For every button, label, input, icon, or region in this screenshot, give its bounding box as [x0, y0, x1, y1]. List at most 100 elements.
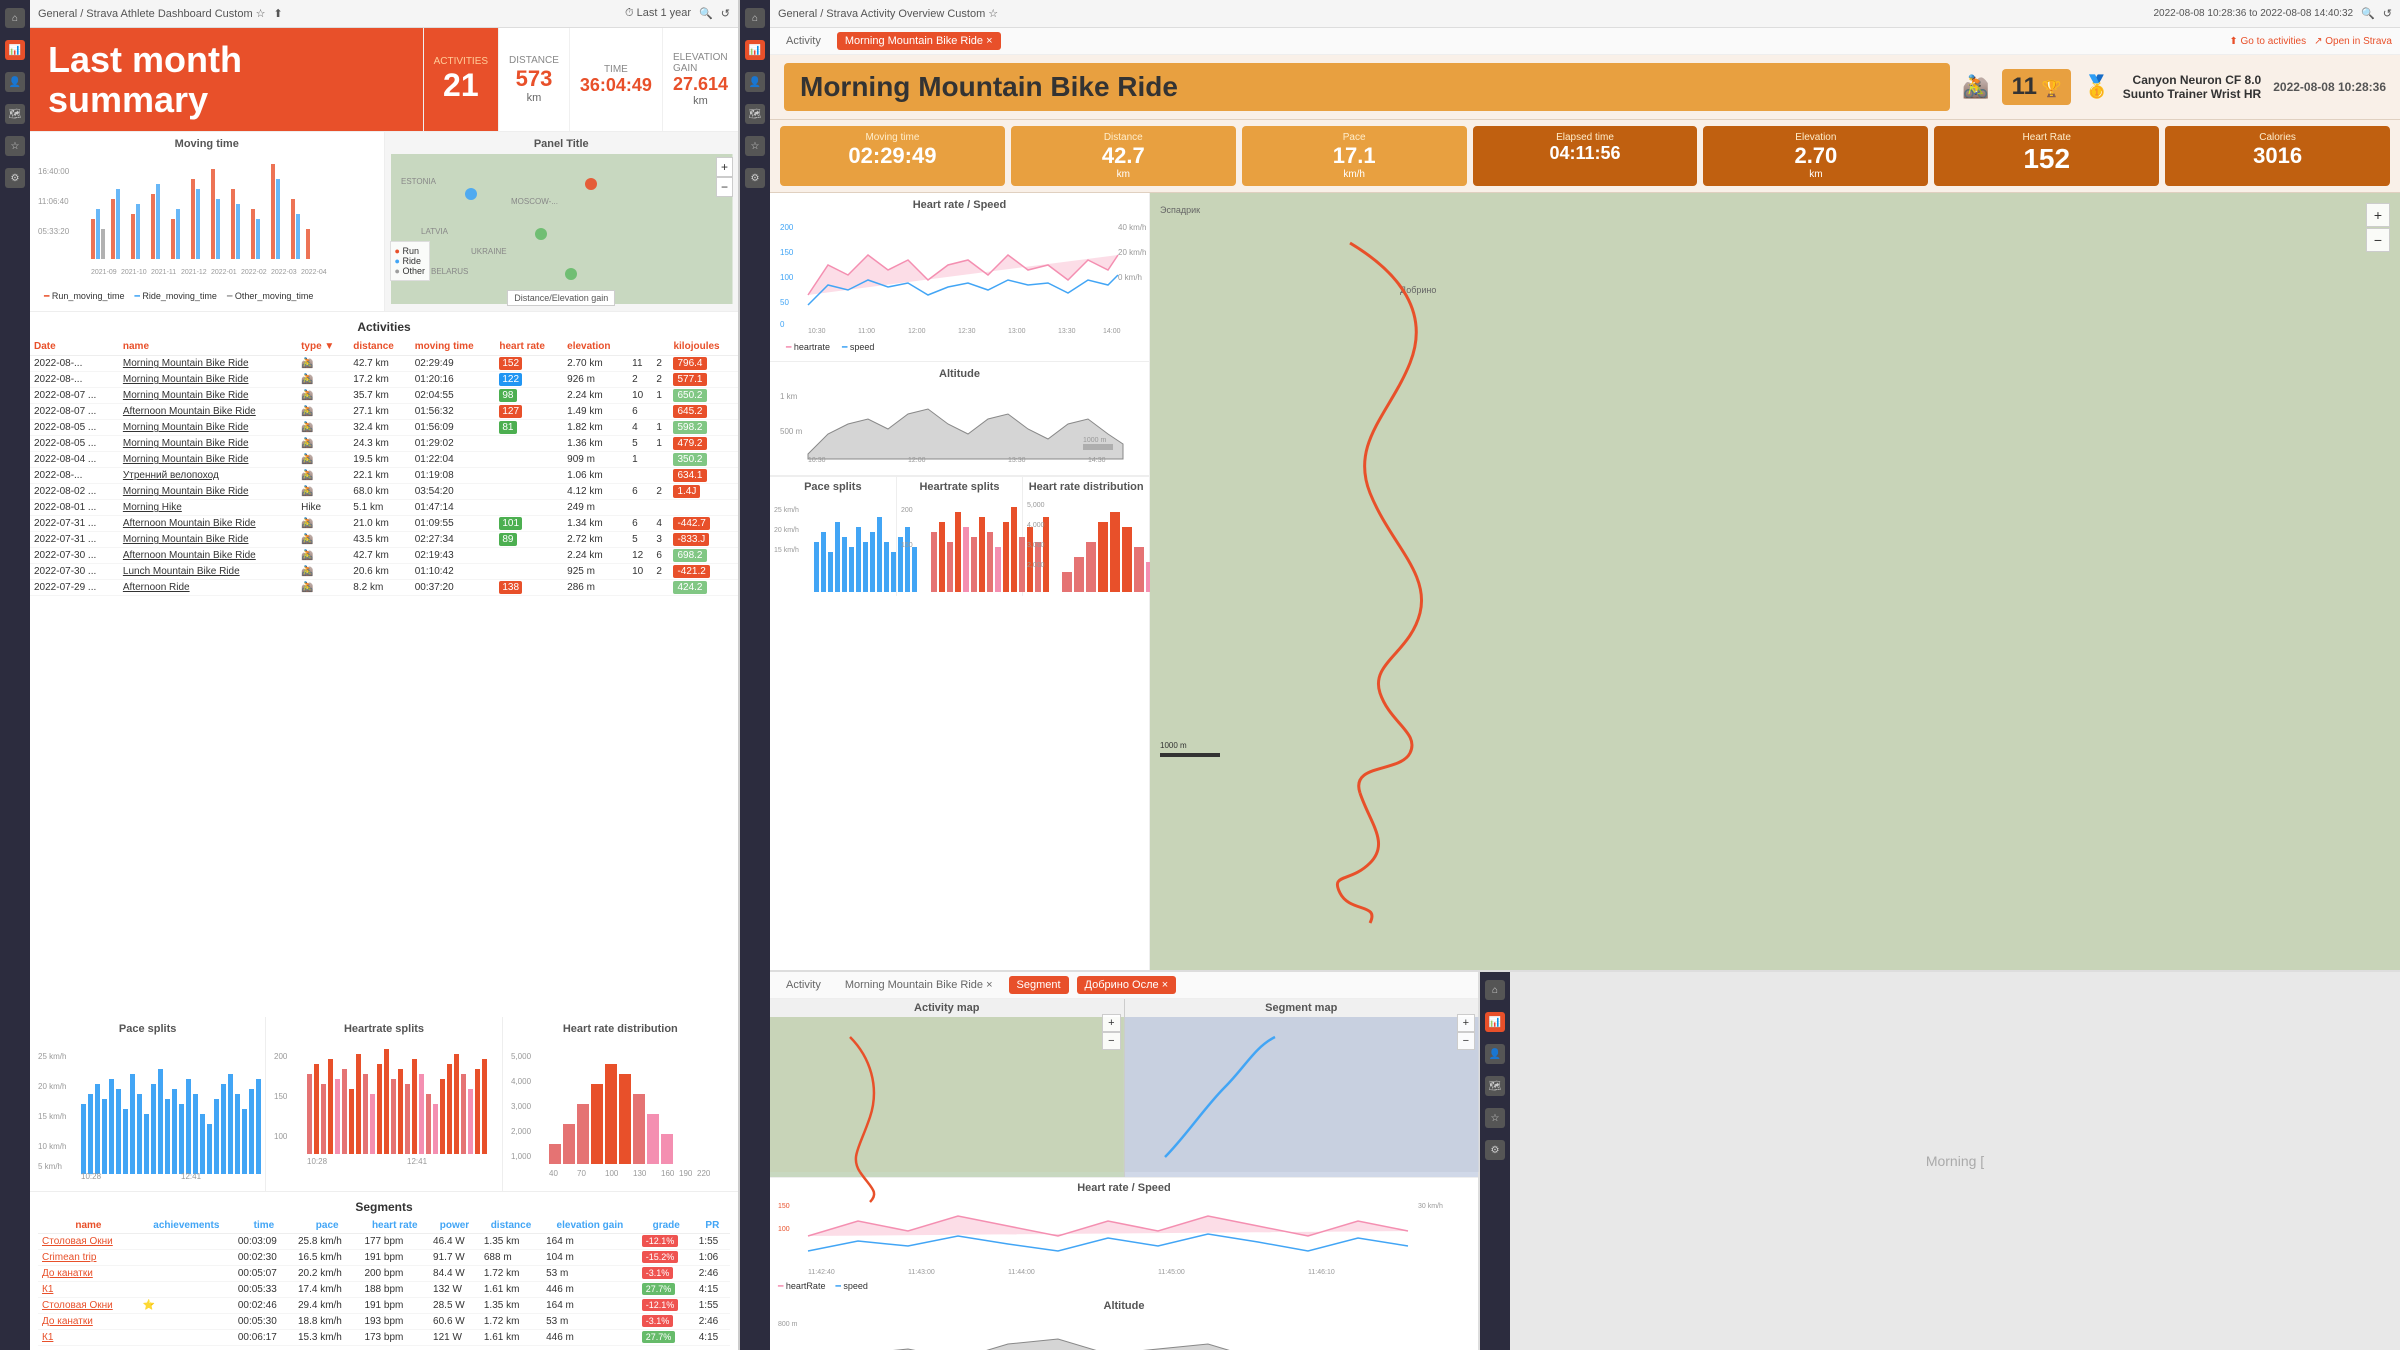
- table-row[interactable]: 2022-08-... Morning Mountain Bike Ride 🚵…: [30, 372, 738, 388]
- br-nav-4[interactable]: 🗺: [1485, 1076, 1505, 1096]
- td-name[interactable]: Afternoon Mountain Bike Ride: [119, 404, 297, 420]
- table-row[interactable]: 2022-08-07 ... Morning Mountain Bike Rid…: [30, 388, 738, 404]
- seg-td-name[interactable]: К1: [38, 1282, 139, 1298]
- right-nav-icon-6[interactable]: ⚙: [745, 168, 765, 188]
- td-name[interactable]: Утренний велопоход: [119, 468, 297, 484]
- br-nav-1[interactable]: ⌂: [1485, 980, 1505, 1000]
- td-name[interactable]: Morning Mountain Bike Ride: [119, 388, 297, 404]
- seg-th-elev[interactable]: elevation gain: [542, 1218, 638, 1234]
- table-row[interactable]: 2022-08-07 ... Afternoon Mountain Bike R…: [30, 404, 738, 420]
- topbar-icon-zoom[interactable]: 🔍: [699, 7, 713, 20]
- seg-th-power[interactable]: power: [429, 1218, 480, 1234]
- topbar-icon-share[interactable]: ⬆: [274, 7, 283, 20]
- td-name[interactable]: Morning Mountain Bike Ride: [119, 484, 297, 500]
- activity-mini-zoom-in[interactable]: +: [1102, 1014, 1120, 1032]
- td-name[interactable]: Morning Mountain Bike Ride: [119, 436, 297, 452]
- seg-th-name[interactable]: name: [38, 1218, 139, 1234]
- seg-th-hr[interactable]: heart rate: [360, 1218, 429, 1234]
- seg-th-pace[interactable]: pace: [294, 1218, 360, 1234]
- seg-tab-dobrino[interactable]: Добрино Осле ×: [1077, 976, 1177, 994]
- td-name[interactable]: Lunch Mountain Bike Ride: [119, 564, 297, 580]
- right-nav-icon-4[interactable]: 🗺: [745, 104, 765, 124]
- tab-activity-item[interactable]: Morning Mountain Bike Ride ×: [837, 32, 1001, 50]
- table-row[interactable]: 2022-08-... Утренний велопоход 🚵 22.1 km…: [30, 468, 738, 484]
- seg-td-name[interactable]: Столовая Окни: [38, 1234, 139, 1250]
- td-name[interactable]: Afternoon Ride: [119, 580, 297, 596]
- seg-tab-activity[interactable]: Activity: [778, 976, 829, 994]
- right-topbar-search[interactable]: 🔍: [2361, 7, 2375, 20]
- open-in-strava-link[interactable]: ↗ Open in Strava: [2314, 36, 2392, 47]
- seg-td-name[interactable]: К1: [38, 1330, 139, 1346]
- th-distance[interactable]: distance: [349, 338, 410, 356]
- seg-td-name[interactable]: Столовая Окни: [38, 1298, 139, 1314]
- th-heart-rate[interactable]: heart rate: [495, 338, 563, 356]
- right-nav-icon-3[interactable]: 👤: [745, 72, 765, 92]
- br-nav-2[interactable]: 📊: [1485, 1012, 1505, 1032]
- nav-icon-star[interactable]: ☆: [5, 136, 25, 156]
- td-name[interactable]: Morning Hike: [119, 500, 297, 516]
- td-name[interactable]: Morning Mountain Bike Ride: [119, 420, 297, 436]
- th-date[interactable]: Date: [30, 338, 119, 356]
- td-name[interactable]: Afternoon Mountain Bike Ride: [119, 516, 297, 532]
- table-row[interactable]: 2022-08-04 ... Morning Mountain Bike Rid…: [30, 452, 738, 468]
- topbar-icon-refresh[interactable]: ↺: [721, 7, 730, 20]
- br-nav-5[interactable]: ☆: [1485, 1108, 1505, 1128]
- table-row[interactable]: 2022-07-30 ... Afternoon Mountain Bike R…: [30, 548, 738, 564]
- br-nav-3[interactable]: 👤: [1485, 1044, 1505, 1064]
- seg-tab-segment[interactable]: Segment: [1009, 976, 1069, 994]
- table-row[interactable]: 2022-07-29 ... Afternoon Ride 🚵 8.2 km 0…: [30, 580, 738, 596]
- th-col8[interactable]: [628, 338, 652, 356]
- td-name[interactable]: Morning Mountain Bike Ride: [119, 452, 297, 468]
- table-row[interactable]: Столовая Окни ⭐ 00:02:46 29.4 km/h 191 b…: [38, 1298, 730, 1314]
- seg-td-name[interactable]: До канатки: [38, 1314, 139, 1330]
- table-row[interactable]: До канатки 00:05:30 18.8 km/h 193 bpm 60…: [38, 1314, 730, 1330]
- table-row[interactable]: Crimean trip 00:02:30 16.5 km/h 191 bpm …: [38, 1250, 730, 1266]
- th-name[interactable]: name: [119, 338, 297, 356]
- activity-mini-zoom-out[interactable]: −: [1102, 1032, 1120, 1050]
- th-col9[interactable]: [652, 338, 669, 356]
- segment-mini-zoom-in[interactable]: +: [1457, 1014, 1475, 1032]
- th-elevation[interactable]: elevation: [563, 338, 628, 356]
- seg-th-pr[interactable]: PR: [695, 1218, 730, 1234]
- right-map-zoom-out[interactable]: −: [2366, 228, 2390, 252]
- right-topbar-refresh[interactable]: ↺: [2383, 7, 2392, 20]
- table-row[interactable]: До канатки 00:05:07 20.2 km/h 200 bpm 84…: [38, 1266, 730, 1282]
- seg-td-name[interactable]: Crimean trip: [38, 1250, 139, 1266]
- th-moving-time[interactable]: moving time: [411, 338, 496, 356]
- table-row[interactable]: 2022-07-30 ... Lunch Mountain Bike Ride …: [30, 564, 738, 580]
- table-row[interactable]: 2022-08-05 ... Morning Mountain Bike Rid…: [30, 436, 738, 452]
- nav-icon-home[interactable]: ⌂: [5, 8, 25, 28]
- seg-th-time[interactable]: time: [234, 1218, 294, 1234]
- br-nav-6[interactable]: ⚙: [1485, 1140, 1505, 1160]
- seg-tab-ride[interactable]: Morning Mountain Bike Ride ×: [837, 976, 1001, 994]
- table-row[interactable]: К1 00:06:17 15.3 km/h 173 bpm 121 W 1.61…: [38, 1330, 730, 1346]
- table-row[interactable]: К1 00:05:33 17.4 km/h 188 bpm 132 W 1.61…: [38, 1282, 730, 1298]
- right-nav-icon-1[interactable]: ⌂: [745, 8, 765, 28]
- nav-icon-map[interactable]: 🗺: [5, 104, 25, 124]
- td-name[interactable]: Morning Mountain Bike Ride: [119, 532, 297, 548]
- td-name[interactable]: Afternoon Mountain Bike Ride: [119, 548, 297, 564]
- goto-activities-link[interactable]: ⬆ Go to activities: [2229, 36, 2306, 47]
- table-row[interactable]: 2022-07-31 ... Afternoon Mountain Bike R…: [30, 516, 738, 532]
- table-row[interactable]: 2022-08-05 ... Morning Mountain Bike Rid…: [30, 420, 738, 436]
- table-row[interactable]: 2022-08-02 ... Morning Mountain Bike Rid…: [30, 484, 738, 500]
- nav-icon-chart[interactable]: 📊: [5, 40, 25, 60]
- table-row[interactable]: 2022-07-31 ... Morning Mountain Bike Rid…: [30, 532, 738, 548]
- seg-th-achievements[interactable]: achievements: [139, 1218, 234, 1234]
- seg-th-dist[interactable]: distance: [480, 1218, 542, 1234]
- right-nav-icon-2[interactable]: 📊: [745, 40, 765, 60]
- right-map-zoom-in[interactable]: +: [2366, 203, 2390, 227]
- seg-th-grade[interactable]: grade: [638, 1218, 695, 1234]
- nav-icon-settings[interactable]: ⚙: [5, 168, 25, 188]
- table-row[interactable]: Столовая Окни 00:03:09 25.8 km/h 177 bpm…: [38, 1234, 730, 1250]
- right-nav-icon-5[interactable]: ☆: [745, 136, 765, 156]
- map-zoom-in[interactable]: +: [716, 157, 733, 177]
- table-row[interactable]: 2022-08-01 ... Morning Hike Hike 5.1 km …: [30, 500, 738, 516]
- tab-activity[interactable]: Activity: [778, 32, 829, 50]
- table-row[interactable]: 2022-08-... Morning Mountain Bike Ride 🚵…: [30, 356, 738, 372]
- th-type[interactable]: type ▼: [297, 338, 349, 356]
- segment-mini-zoom-out[interactable]: −: [1457, 1032, 1475, 1050]
- th-kj[interactable]: kilojoules: [669, 338, 738, 356]
- map-zoom-out[interactable]: −: [716, 177, 733, 197]
- seg-td-name[interactable]: До канатки: [38, 1266, 139, 1282]
